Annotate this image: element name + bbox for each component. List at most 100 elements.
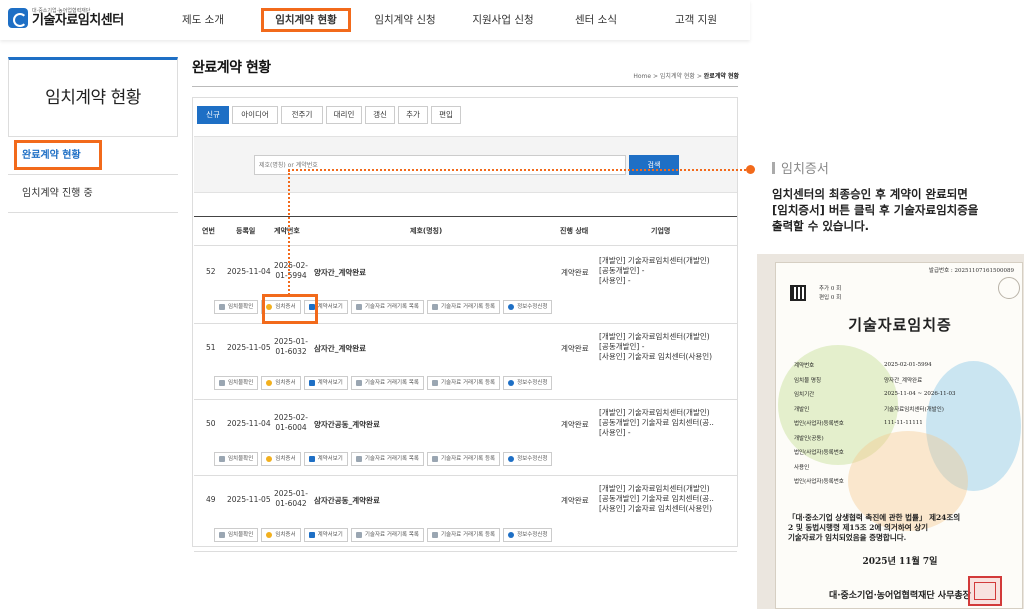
row-title[interactable]: 삼자간공동_계약완료 xyxy=(314,495,380,506)
connector-dot xyxy=(746,165,755,174)
view-contract-button[interactable]: 계약서보기 xyxy=(303,376,348,390)
tab-transfer[interactable]: 편입 xyxy=(431,106,461,124)
view-contract-button[interactable]: 계약서보기 xyxy=(303,452,348,466)
search-icon xyxy=(219,380,225,386)
check-item-button[interactable]: 임치물확인 xyxy=(214,452,259,466)
info-icon xyxy=(508,380,515,386)
row-date: 2025-11-05 xyxy=(227,495,271,504)
field-row: 사용인 xyxy=(794,464,810,471)
breadcrumb-home[interactable]: Home xyxy=(633,73,651,80)
record-register-button[interactable]: 기술자료 거래기록 등록 xyxy=(426,528,501,542)
table-row: 50 2025-11-04 2025-02- 01-6004 양자간공동_계약완료… xyxy=(194,400,737,476)
document-icon xyxy=(308,380,315,386)
col-contract: 계약번호 xyxy=(274,227,300,235)
nav-item-news[interactable]: 센터 소식 xyxy=(561,8,631,32)
certificate-button[interactable]: 임치증서 xyxy=(261,528,301,542)
row-date: 2025-11-04 xyxy=(227,419,271,428)
site-logo[interactable]: 대·중소기업·농어업협력재단 기술자료임치센터 xyxy=(8,8,124,28)
certificate-icon xyxy=(266,380,273,386)
side-menu-item-in-progress[interactable]: 임치계약 진행 중 xyxy=(8,175,178,213)
field-row: 임치물 명칭 양자간_계약완료 xyxy=(794,377,923,384)
search-button[interactable]: 검색 xyxy=(629,155,679,175)
list-icon xyxy=(355,380,362,386)
record-register-button[interactable]: 기술자료 거래기록 등록 xyxy=(426,376,501,390)
record-register-button[interactable]: 기술자료 거래기록 등록 xyxy=(426,452,501,466)
side-menu: 임치계약 현황 완료계약 현황 임치계약 진행 중 xyxy=(8,57,178,213)
edit-request-button[interactable]: 정보수정신청 xyxy=(503,528,553,542)
row-no: 50 xyxy=(206,419,216,428)
tab-idea[interactable]: 아이디어 xyxy=(232,106,278,124)
certificate-preview: 발급번호 : 20251107161500089 추가 0 회 편입 0 회 기… xyxy=(757,254,1024,609)
edit-request-button[interactable]: 정보수정신청 xyxy=(503,452,553,466)
edit-request-button[interactable]: 정보수정신청 xyxy=(503,300,553,314)
tab-lifecycle[interactable]: 전주기 xyxy=(281,106,323,124)
tab-renewal[interactable]: 갱신 xyxy=(365,106,395,124)
site-header: 대·중소기업·농어업협력재단 기술자료임치센터 제도 소개 임치계약 현황 임치… xyxy=(0,0,750,40)
table-row: 51 2025-11-05 2025-01- 01-6032 삼자간_계약완료 계… xyxy=(194,324,737,400)
breadcrumb: Home > 임치계약 현황 > 완료계약 현황 xyxy=(633,73,739,80)
certificate-paper: 발급번호 : 20251107161500089 추가 0 회 편입 0 회 기… xyxy=(775,262,1023,609)
check-item-button[interactable]: 임치물확인 xyxy=(214,528,259,542)
row-contract: 2025-01- 01-6042 xyxy=(273,489,309,508)
view-contract-button[interactable]: 계약서보기 xyxy=(303,528,348,542)
record-list-button[interactable]: 기술자료 거래기록 목록 xyxy=(350,452,424,466)
certificate-button[interactable]: 임치증서 xyxy=(261,452,301,466)
col-no: 연번 xyxy=(202,227,215,235)
check-item-button[interactable]: 임치물확인 xyxy=(214,300,259,314)
record-list-button[interactable]: 기술자료 거래기록 목록 xyxy=(350,300,424,314)
certificate-icon xyxy=(266,532,273,538)
nav-item-apply[interactable]: 임치계약 신청 xyxy=(365,8,445,32)
record-list-button[interactable]: 기술자료 거래기록 목록 xyxy=(350,528,424,542)
table-row: 49 2025-11-05 2025-01- 01-6042 삼자간공동_계약완료… xyxy=(194,476,737,552)
record-list-button[interactable]: 기술자료 거래기록 목록 xyxy=(350,376,424,390)
list-icon xyxy=(355,456,362,462)
row-status: 계약완료 xyxy=(561,496,589,505)
list-icon xyxy=(355,304,362,310)
edit-icon xyxy=(431,380,438,386)
info-icon xyxy=(508,304,515,310)
check-item-button[interactable]: 임치물확인 xyxy=(214,376,259,390)
field-row: 법인(사업자)등록번호 111-11-11111 xyxy=(794,420,923,428)
edit-icon xyxy=(431,532,438,538)
annotation-text: 임치센터의 최종승인 후 계약이 완료되면 [임치증서] 버튼 클릭 후 기술자… xyxy=(772,187,979,233)
certificate-body: 「대·중소기업 상생협력 촉진에 관한 법률」 제24조의 2 및 동법시행령 … xyxy=(788,513,961,542)
edit-icon xyxy=(431,304,438,310)
field-row: 개발인(공동) xyxy=(794,435,824,442)
nav-item-status[interactable]: 임치계약 현황 xyxy=(261,8,351,32)
row-status: 계약완료 xyxy=(561,344,589,353)
tab-new[interactable]: 신규 xyxy=(197,106,229,124)
connector-line-horizontal xyxy=(288,169,750,171)
certificate-button[interactable]: 임치증서 xyxy=(261,376,301,390)
row-title[interactable]: 삼자간_계약완료 xyxy=(314,343,366,354)
edit-request-button[interactable]: 정보수정신청 xyxy=(503,376,553,390)
row-title[interactable]: 양자간_계약완료 xyxy=(314,267,366,278)
issue-number: 발급번호 : 20251107161500089 xyxy=(928,268,1014,274)
nav-item-customer[interactable]: 고객 지원 xyxy=(661,8,731,32)
nav-item-support[interactable]: 지원사업 신청 xyxy=(463,8,543,32)
row-contract: 2025-02- 01-6004 xyxy=(273,413,309,432)
search-area: 검색 xyxy=(194,136,737,193)
connector-line-vertical xyxy=(288,170,290,295)
nav-item-intro[interactable]: 제도 소개 xyxy=(165,8,241,32)
certificate-icon xyxy=(266,456,273,462)
row-title[interactable]: 양자간공동_계약완료 xyxy=(314,419,380,430)
row-contract: 2025-01- 01-6032 xyxy=(273,337,309,356)
list-icon xyxy=(355,532,362,538)
info-icon xyxy=(508,456,515,462)
search-input[interactable] xyxy=(254,155,626,175)
search-icon xyxy=(219,456,225,462)
side-menu-title: 임치계약 현황 xyxy=(8,57,178,137)
row-actions: 임치물확인 임치증서 계약서보기 기술자료 거래기록 목록 기술자료 거래기록 … xyxy=(214,452,555,466)
tab-addition[interactable]: 추가 xyxy=(398,106,428,124)
breadcrumb-status[interactable]: 임치계약 현황 xyxy=(660,73,695,80)
row-org: [개발인] 기술자료임치센터(개발인) [공동개발인] - [사용인] - xyxy=(599,256,710,285)
info-icon xyxy=(508,532,515,538)
annotation-title: 임치증서 xyxy=(772,158,829,177)
record-register-button[interactable]: 기술자료 거래기록 등록 xyxy=(426,300,501,314)
field-row: 법인(사업자)등록번호 xyxy=(794,479,844,486)
certificate-heading: 기술자료임치증 xyxy=(848,316,952,334)
tab-agent[interactable]: 대리인 xyxy=(326,106,362,124)
logo-title: 기술자료임치센터 xyxy=(32,13,124,28)
copy-count: 추가 0 회 편입 0 회 xyxy=(819,286,842,301)
search-icon xyxy=(219,304,225,310)
